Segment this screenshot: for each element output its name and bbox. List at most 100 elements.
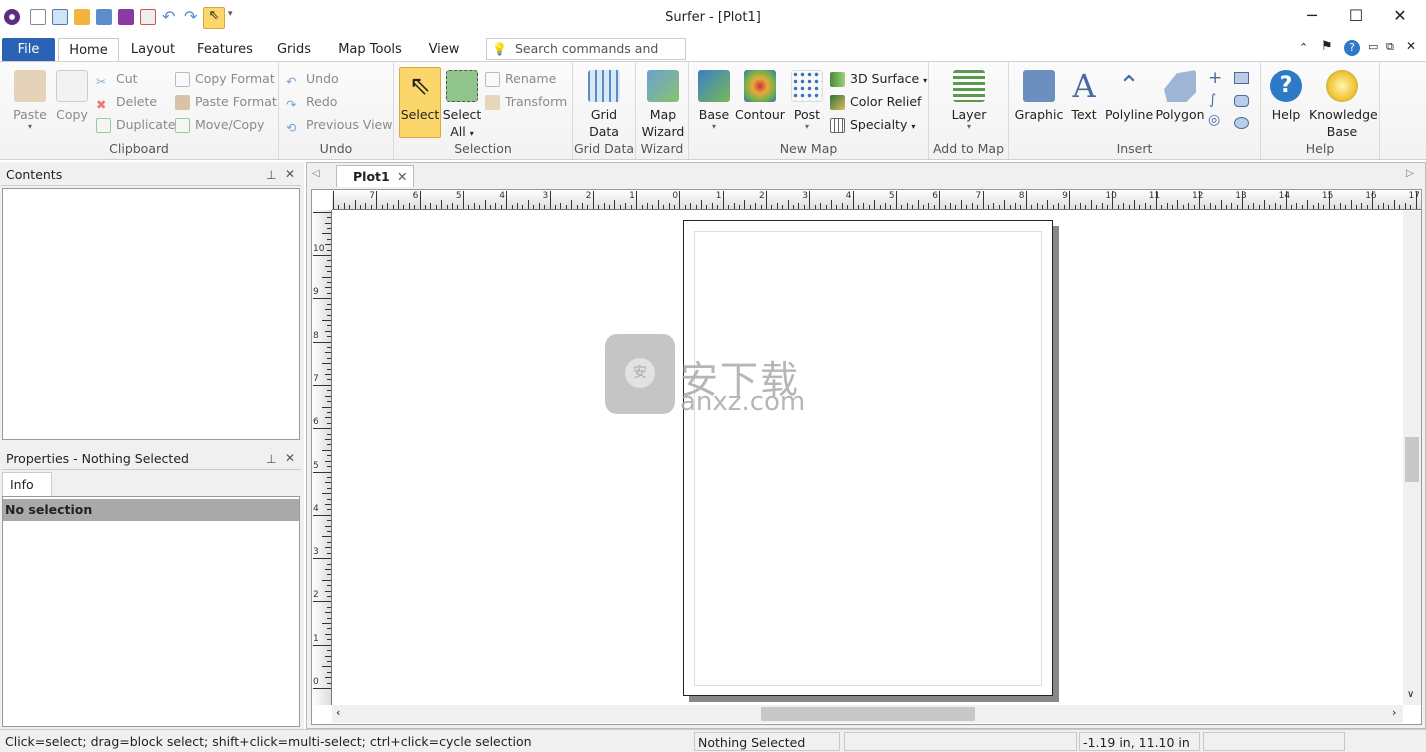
search-input[interactable]: Search commands and Hel... [486, 38, 686, 76]
select-all-button[interactable]: Select All ▾ [442, 68, 482, 142]
move-copy-label: Move/Copy [195, 117, 265, 132]
3d-surface-button[interactable]: 3D Surface ▾ [830, 69, 927, 89]
grid-data-button[interactable]: Grid Data [583, 68, 625, 140]
maximize-button[interactable]: ☐ [1334, 4, 1378, 28]
close-panel-icon[interactable]: ✕ [285, 167, 295, 181]
vertical-scroll-thumb[interactable] [1405, 437, 1419, 482]
ruler-tick [646, 203, 648, 209]
doc-close-icon[interactable]: ✕ [1406, 39, 1416, 53]
scroll-left-icon[interactable]: ‹ [336, 706, 340, 719]
ruler-tick [771, 205, 773, 209]
polyline-button[interactable]: ⌃ Polyline [1105, 68, 1153, 123]
color-relief-button[interactable]: Color Relief [830, 92, 921, 112]
tab-grids[interactable]: Grids [268, 38, 320, 62]
undo-label: Undo [306, 71, 339, 86]
map-wizard-button[interactable]: Map Wizard [641, 68, 685, 140]
rectangle-icon[interactable] [1234, 72, 1249, 84]
contour-label: Contour [735, 107, 785, 122]
ruler-tick [1301, 205, 1303, 209]
tab-view[interactable]: View [420, 38, 468, 62]
cut-button[interactable]: ✂ Cut [96, 69, 138, 89]
window-title: Surfer - [Plot1] [665, 10, 761, 25]
specialty-button[interactable]: Specialty ▾ [830, 115, 915, 135]
symbol-plus-icon[interactable]: + [1208, 68, 1222, 88]
ruler-tick [325, 482, 331, 484]
target-icon[interactable]: ◎ [1208, 112, 1220, 128]
ruler-tick [922, 205, 924, 209]
horizontal-scroll-thumb[interactable] [761, 707, 975, 721]
copy-format-button[interactable]: Copy Format [175, 69, 275, 89]
duplicate-button[interactable]: Duplicate [96, 115, 176, 135]
collapse-ribbon-icon[interactable]: ⌃ [1299, 41, 1308, 54]
scroll-down-icon[interactable]: ∨ [1407, 689, 1414, 700]
ruler-tick [322, 449, 331, 451]
minimize-button[interactable]: ─ [1290, 4, 1334, 28]
doc-restore-icon[interactable]: ⧉ [1386, 40, 1394, 54]
close-panel-icon[interactable]: ✕ [285, 451, 295, 465]
ruler-tick [728, 205, 730, 209]
scroll-right-icon[interactable]: › [1392, 706, 1396, 719]
horizontal-scrollbar[interactable]: ‹ › [332, 705, 1403, 723]
group-label: New Map [779, 141, 838, 156]
flag-icon[interactable]: ⚑ [1321, 39, 1333, 54]
ruler-tick [1177, 200, 1179, 209]
pin-icon[interactable]: ⊥ [266, 452, 276, 466]
tab-info[interactable]: Info [2, 472, 52, 496]
copy-format-icon [175, 72, 190, 87]
vertical-scrollbar[interactable]: ∨ [1403, 211, 1421, 705]
paste-format-button[interactable]: Paste Format [175, 92, 277, 112]
rounded-rectangle-icon[interactable] [1234, 95, 1249, 107]
ruler-tick [917, 200, 919, 209]
move-copy-button[interactable]: Move/Copy [175, 115, 264, 135]
redo-button[interactable]: ↷ Redo [286, 92, 337, 112]
contents-tree[interactable] [2, 188, 300, 440]
plot1-tab-label: Plot1 [353, 169, 390, 184]
tab-scroll-right-icon[interactable]: ▷ [1406, 168, 1414, 179]
tab-file[interactable]: File [2, 38, 55, 62]
close-tab-icon[interactable]: ✕ [397, 169, 407, 184]
graphic-button[interactable]: Graphic [1014, 68, 1064, 123]
ruler-tick [1280, 205, 1282, 209]
knowledge-base-button[interactable]: Knowledge Base [1309, 68, 1378, 140]
copy-button[interactable]: Copy [52, 68, 92, 123]
ruler-tick [462, 191, 464, 209]
delete-button[interactable]: ✖ Delete [96, 92, 157, 112]
vertical-ruler: 0 1 2 3 4 5 6 7 8 9 10 11 [312, 210, 332, 705]
paste-button[interactable]: Paste ▾ [8, 68, 52, 131]
ruler-tick [1188, 203, 1190, 209]
select-button[interactable]: ⇖ Select [399, 67, 441, 138]
ruler-tick [313, 211, 331, 213]
post-map-button[interactable]: Post ▾ [789, 68, 825, 131]
ruler-tick [452, 203, 454, 209]
previous-view-button[interactable]: ⟲ Previous View [286, 115, 392, 135]
undo-button[interactable]: ↶ Undo [286, 69, 339, 89]
ruler-tick [1085, 205, 1087, 209]
ruler-tick [327, 227, 331, 229]
tab-layout[interactable]: Layout [124, 38, 182, 62]
transform-button[interactable]: Transform [485, 92, 567, 112]
tab-plot1[interactable]: Plot1 ✕ [336, 165, 414, 187]
ruler-tick [1101, 203, 1103, 209]
layer-button[interactable]: Layer ▾ [947, 68, 991, 131]
plot-canvas[interactable]: 安 安下载 anxz.com [332, 211, 1403, 705]
tab-scroll-left-icon[interactable]: ◁ [312, 168, 320, 179]
ruler-tick [322, 233, 331, 235]
ruler-tick [414, 205, 416, 209]
tab-home[interactable]: Home [58, 38, 119, 62]
help-button[interactable]: ? Help [1266, 68, 1306, 123]
text-button[interactable]: A Text [1067, 68, 1101, 123]
spline-icon[interactable]: ∫ [1209, 92, 1216, 108]
rename-button[interactable]: Rename [485, 69, 556, 89]
tab-map-tools[interactable]: Map Tools [330, 38, 410, 62]
ruler-tick [370, 205, 372, 209]
base-map-button[interactable]: Base ▾ [694, 68, 734, 131]
doc-minimize-icon[interactable]: ▭ [1368, 40, 1378, 53]
pin-icon[interactable]: ⊥ [266, 168, 276, 182]
ellipse-icon[interactable] [1234, 117, 1249, 129]
ruler-tick [327, 628, 331, 630]
close-button[interactable]: ✕ [1378, 4, 1422, 28]
contour-map-button[interactable]: Contour [735, 68, 785, 123]
tab-features[interactable]: Features [190, 38, 260, 62]
polygon-button[interactable]: Polygon [1155, 68, 1205, 123]
help-icon[interactable]: ? [1344, 40, 1360, 56]
